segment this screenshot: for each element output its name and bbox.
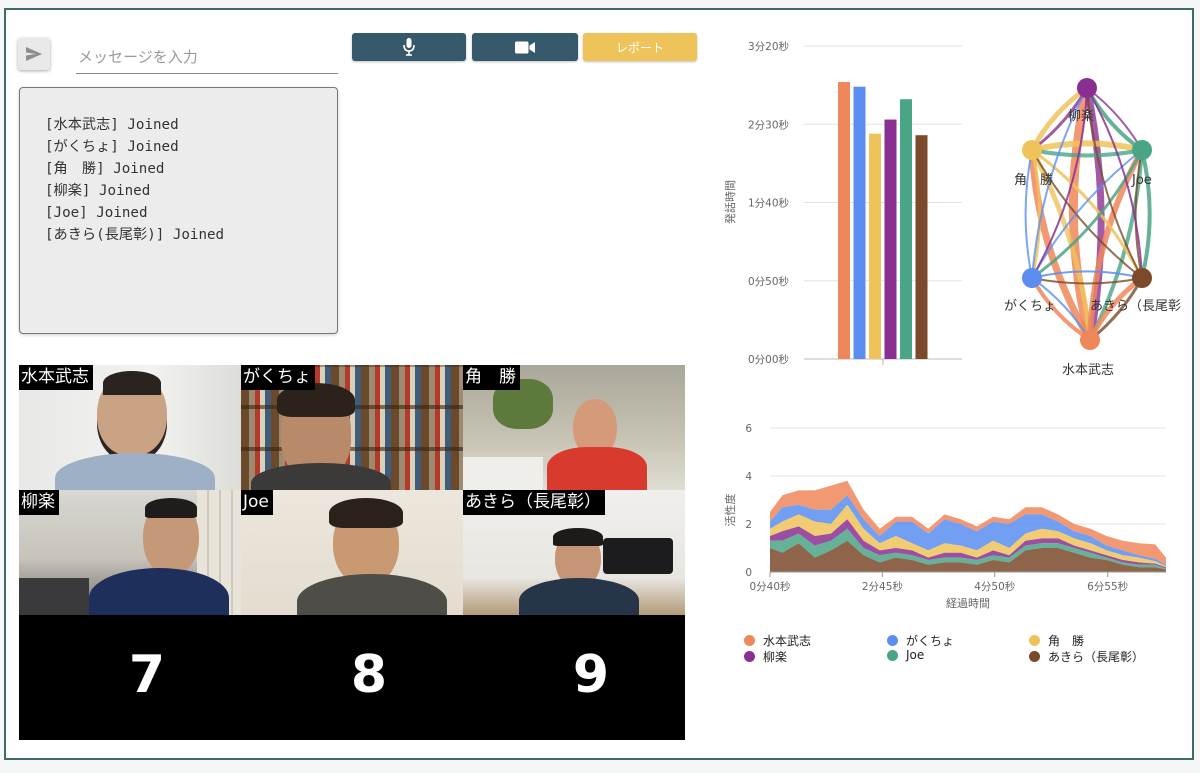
chat-log: [水本武志] Joined [がくちょ] Joined [角 勝] Joined [柳…	[19, 87, 338, 334]
legend-label: 水本武志	[763, 634, 812, 648]
y-axis-label: 発話時間	[723, 180, 737, 224]
participant-name: Joe	[241, 490, 273, 515]
microphone-icon	[403, 38, 415, 56]
network-edge	[1140, 149, 1152, 279]
chat-log-line: [角 勝] Joined	[45, 161, 165, 177]
x-tick-label: 0分40秒	[749, 580, 791, 593]
x-axis-label: 経過時間	[946, 597, 990, 610]
activity-area-chart: 0 2 4 6 活性度 0分40秒 2分45秒 4分50秒 6分55秒経過時間	[723, 423, 1166, 610]
legend-label: 角 勝	[1048, 634, 1085, 648]
camera-button[interactable]	[472, 33, 578, 61]
network-node-label: 柳楽	[1068, 108, 1094, 124]
report-button[interactable]: レポート	[583, 33, 697, 61]
participant-name: 柳楽	[19, 490, 59, 515]
legend-item: 柳楽	[744, 648, 787, 665]
empty-slot-number: 8	[350, 645, 388, 705]
legend-label: がくちょ	[906, 634, 955, 648]
chat-log-line: [あきら(長尾彰)] Joined	[45, 227, 225, 243]
network-edge	[1031, 140, 1143, 153]
video-tile[interactable]: 柳楽	[19, 490, 241, 615]
legend-label: 柳楽	[763, 650, 788, 664]
legend-swatch	[887, 635, 898, 646]
legend-swatch	[744, 651, 755, 662]
network-edge	[1031, 149, 1143, 279]
network-node-label: 角 勝	[1014, 173, 1053, 188]
network-node-label: 水本武志	[1062, 363, 1114, 378]
network-node[interactable]	[1080, 330, 1100, 350]
send-icon	[26, 47, 42, 61]
legend-item: あきら（長尾彰）	[1029, 648, 1144, 665]
participant-name: 水本武志	[19, 365, 93, 390]
y-tick-label: 2分30秒	[748, 118, 790, 131]
chat-log-line: [Joe] Joined	[45, 205, 148, 221]
network-edge	[1031, 270, 1143, 279]
legend-swatch	[744, 635, 755, 646]
bar[interactable]	[869, 133, 881, 359]
network-node-label: あきら（長尾彰	[1090, 298, 1181, 314]
chat-log-line: [水本武志] Joined	[45, 117, 179, 133]
x-tick-label: 6分55秒	[1087, 580, 1129, 593]
video-tile[interactable]: がくちょ	[241, 365, 463, 490]
speaking-time-bar-chart: 0分00秒 0分50秒 1分40秒 2分30秒 3分20秒発話時間	[723, 40, 962, 366]
message-input[interactable]	[76, 40, 338, 74]
bar[interactable]	[884, 119, 897, 360]
legend-item: Joe	[887, 648, 924, 662]
participant-name: 角 勝	[463, 365, 520, 390]
legend-label: あきら（長尾彰）	[1048, 650, 1145, 664]
bar[interactable]	[900, 99, 912, 360]
network-node[interactable]	[1077, 78, 1097, 98]
video-tile[interactable]: 角 勝	[463, 365, 685, 490]
send-button[interactable]	[18, 38, 50, 70]
y-tick-label: 0分50秒	[748, 275, 790, 288]
legend-swatch	[1029, 651, 1040, 662]
bar[interactable]	[915, 135, 928, 359]
video-tile[interactable]: あきら（長尾彰）	[463, 490, 685, 615]
network-node[interactable]	[1132, 268, 1152, 288]
bar[interactable]	[853, 86, 866, 359]
empty-slot-number: 7	[128, 645, 166, 705]
network-edge	[1031, 148, 1144, 279]
interaction-network-graph: 柳楽角 勝 Joe がくちょ あきら（長尾彰水本武志	[1004, 78, 1181, 378]
network-edge	[1031, 148, 1143, 158]
participant-name: あきら（長尾彰）	[463, 490, 605, 515]
network-node-label: Joe	[1131, 173, 1152, 188]
x-tick-label: 2分45秒	[862, 580, 904, 593]
chat-log-line: [柳楽] Joined	[45, 183, 151, 199]
empty-slot-number: 9	[572, 645, 610, 705]
y-tick-label: 3分20秒	[748, 40, 790, 53]
microphone-button[interactable]	[352, 33, 466, 61]
network-edge	[1031, 149, 1144, 280]
y-tick-label: 6	[745, 423, 752, 435]
network-edge	[1031, 149, 1143, 279]
y-tick-label: 1分40秒	[748, 197, 790, 210]
y-tick-label: 0	[745, 567, 752, 579]
y-tick-label: 0分00秒	[748, 353, 790, 366]
legend-swatch	[1029, 635, 1040, 646]
video-tile[interactable]: 水本武志	[19, 365, 241, 490]
network-node-label: がくちょ	[1004, 299, 1056, 314]
video-camera-icon	[515, 41, 535, 53]
legend-label: Joe	[906, 648, 925, 662]
network-node[interactable]	[1022, 140, 1042, 160]
video-tile[interactable]: Joe	[241, 490, 463, 615]
x-tick-label: 4分50秒	[974, 580, 1016, 593]
legend-item: 水本武志	[744, 632, 811, 649]
y-axis-label: 活性度	[723, 494, 737, 527]
legend-swatch	[887, 649, 898, 661]
participant-name: がくちょ	[241, 365, 315, 390]
network-node[interactable]	[1022, 268, 1042, 288]
y-tick-label: 4	[745, 471, 752, 483]
y-tick-label: 2	[745, 519, 752, 531]
legend-item: 角 勝	[1029, 632, 1084, 649]
bar[interactable]	[838, 81, 850, 359]
network-edge	[1031, 277, 1143, 285]
network-node[interactable]	[1132, 140, 1152, 160]
chat-log-line: [がくちょ] Joined	[45, 139, 179, 155]
legend-item: がくちょ	[887, 632, 954, 649]
